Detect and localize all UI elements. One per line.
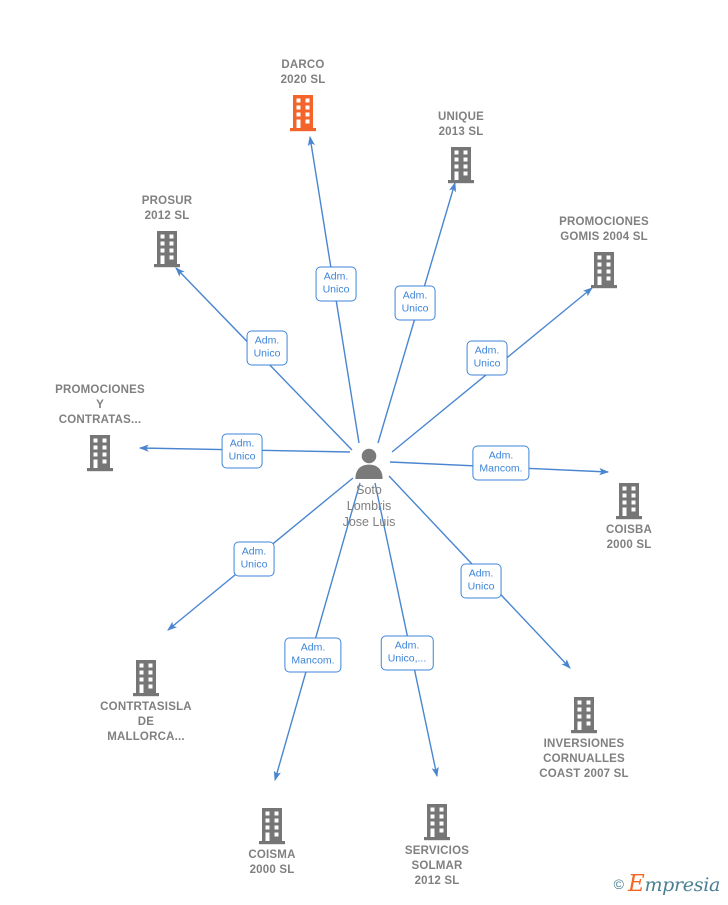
- edge-label-edge-prosur[interactable]: Adm. Unico: [246, 330, 288, 366]
- diagram-canvas: DARCO 2020 SL UNIQUE 2013 SL PROMOCIONES G…: [0, 0, 728, 905]
- company-node-label-contrtasisla: CONTRTASISLA DE MALLORCA...: [100, 701, 192, 743]
- company-node-inversiones-cornualles[interactable]: INVERSIONES CORNUALLES COAST 2007 SL: [509, 692, 659, 782]
- watermark: © Empresia: [613, 871, 721, 897]
- company-node-coisba[interactable]: COISBA 2000 SL: [554, 478, 704, 553]
- edge-label-edge-unique[interactable]: Adm. Unico: [394, 285, 436, 321]
- edge-label-edge-coisma[interactable]: Adm. Mancom.: [284, 637, 342, 673]
- company-node-label-darco: DARCO 2020 SL: [280, 59, 326, 86]
- edge-label-edge-gomis[interactable]: Adm. Unico: [466, 340, 508, 376]
- company-node-label-prosur: PROSUR 2012 SL: [141, 195, 193, 222]
- company-building-icon: [149, 228, 185, 268]
- edge-label-edge-solmar[interactable]: Adm. Unico,...: [380, 635, 434, 671]
- company-node-prosur[interactable]: PROSUR 2012 SL: [92, 194, 242, 270]
- company-building-icon: [443, 144, 479, 184]
- edge-label-edge-promoc[interactable]: Adm. Unico: [221, 433, 263, 469]
- company-building-icon: [611, 480, 647, 520]
- company-building-icon: [128, 657, 164, 697]
- company-node-label-unique: UNIQUE 2013 SL: [438, 111, 484, 138]
- company-node-promociones-gomis[interactable]: PROMOCIONES GOMIS 2004 SL: [529, 215, 679, 291]
- empresia-logo: Empresia: [628, 871, 720, 897]
- edge-label-edge-darco[interactable]: Adm. Unico: [315, 266, 357, 302]
- company-node-contrtasisla[interactable]: CONTRTASISLA DE MALLORCA...: [71, 655, 221, 745]
- company-building-icon: [254, 805, 290, 845]
- company-building-icon: [419, 801, 455, 841]
- empresia-logo-initial: E: [627, 871, 645, 897]
- company-node-label-inversiones-cornualles: INVERSIONES CORNUALLES COAST 2007 SL: [539, 738, 629, 780]
- company-node-label-coisma: COISMA 2000 SL: [248, 849, 296, 876]
- company-building-icon: [82, 432, 118, 472]
- company-node-label-coisba: COISBA 2000 SL: [606, 524, 652, 551]
- edge-label-edge-contr[interactable]: Adm. Unico: [233, 541, 275, 577]
- company-building-icon: [566, 694, 602, 734]
- center-person-label: Soto Lombris Jose Luis: [342, 483, 396, 529]
- company-node-label-servicios-solmar: SERVICIOS SOLMAR 2012 SL: [404, 845, 470, 887]
- company-node-label-promociones-y-contratas: PROMOCIONES Y CONTRATAS...: [55, 384, 145, 426]
- company-node-coisma[interactable]: COISMA 2000 SL: [197, 803, 347, 878]
- company-node-unique[interactable]: UNIQUE 2013 SL: [386, 110, 536, 186]
- empresia-logo-rest: mpresia: [644, 874, 720, 896]
- company-node-darco[interactable]: DARCO 2020 SL: [228, 58, 378, 134]
- company-node-promociones-y-contratas[interactable]: PROMOCIONES Y CONTRATAS...: [25, 383, 175, 474]
- edge-label-edge-inversio[interactable]: Adm. Unico: [460, 563, 502, 599]
- copyright-symbol: ©: [613, 876, 624, 892]
- company-node-servicios-solmar[interactable]: SERVICIOS SOLMAR 2012 SL: [362, 799, 512, 889]
- company-node-label-promociones-gomis: PROMOCIONES GOMIS 2004 SL: [559, 216, 649, 243]
- center-person-node[interactable]: Soto Lombris Jose Luis: [294, 447, 444, 530]
- person-icon: [352, 447, 386, 479]
- company-building-icon: [586, 249, 622, 289]
- edge-label-edge-coisba[interactable]: Adm. Mancom.: [472, 445, 530, 481]
- company-building-icon-highlight: [285, 92, 321, 132]
